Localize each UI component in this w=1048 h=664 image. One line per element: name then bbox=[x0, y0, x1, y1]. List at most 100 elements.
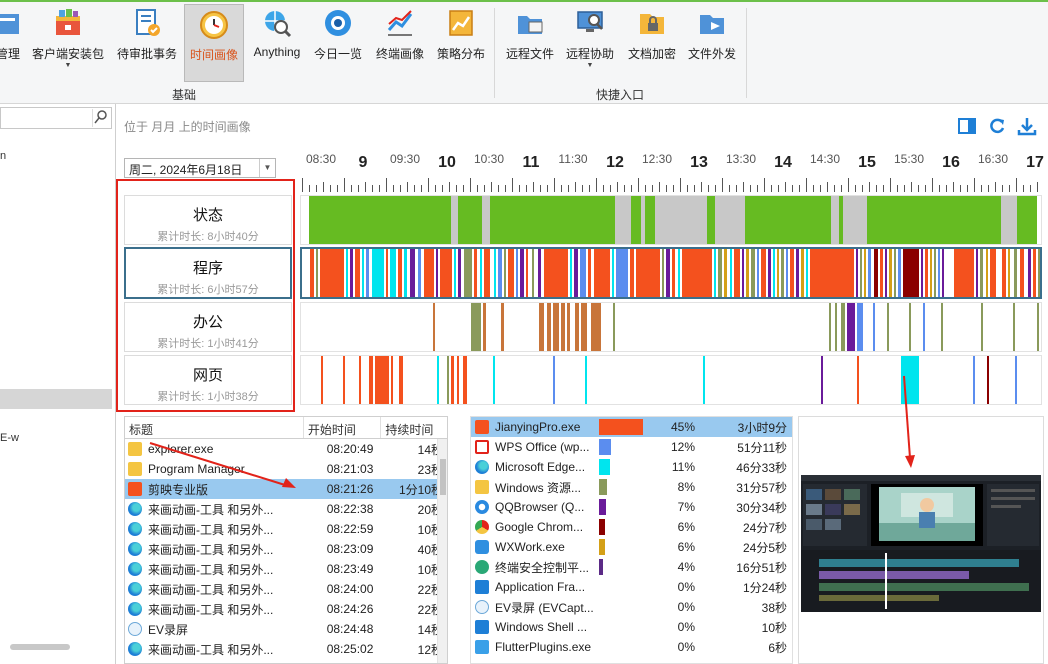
timeline-segment[interactable] bbox=[570, 249, 572, 297]
timeline-segment[interactable] bbox=[894, 249, 896, 297]
timeline-segment[interactable] bbox=[561, 303, 565, 351]
timeline-segment[interactable] bbox=[703, 356, 705, 404]
timeline-segment[interactable] bbox=[1017, 196, 1037, 244]
tree-item-text[interactable]: n bbox=[0, 150, 6, 162]
process-row[interactable]: JianyingPro.exe 45% 3小时9分 bbox=[471, 417, 792, 437]
timeline-segment[interactable] bbox=[973, 356, 975, 404]
timeline-segment[interactable] bbox=[860, 249, 862, 297]
timeline-segment[interactable] bbox=[316, 249, 318, 297]
timeline-segment[interactable] bbox=[532, 249, 534, 297]
timeline-segment[interactable] bbox=[594, 249, 610, 297]
timeline-segment[interactable] bbox=[889, 249, 892, 297]
timeline-segment[interactable] bbox=[399, 356, 403, 404]
vertical-scrollbar[interactable] bbox=[437, 439, 447, 663]
timeline-segment[interactable] bbox=[386, 249, 388, 297]
timeline-segment[interactable] bbox=[458, 196, 482, 244]
timeline-segment[interactable] bbox=[1038, 249, 1040, 297]
timeline-segment[interactable] bbox=[359, 356, 361, 404]
timeline-segment[interactable] bbox=[547, 303, 551, 351]
timeline-segment[interactable] bbox=[539, 303, 544, 351]
scrollbar-thumb[interactable] bbox=[440, 459, 446, 495]
tree-selected-item[interactable] bbox=[0, 389, 112, 409]
installer-package-button[interactable]: 客户端安装包 ▼ bbox=[30, 4, 106, 82]
timeline-segment[interactable] bbox=[484, 249, 490, 297]
timeline-segment[interactable] bbox=[662, 249, 664, 297]
timeline-segment[interactable] bbox=[350, 249, 353, 297]
anything-search-button[interactable]: Anything bbox=[249, 4, 305, 82]
timeline-segment[interactable] bbox=[591, 303, 601, 351]
timeline-segment[interactable] bbox=[806, 249, 808, 297]
timeline-segment[interactable] bbox=[976, 249, 978, 297]
web-timeline-lane[interactable] bbox=[300, 355, 1042, 405]
timeline-segment[interactable] bbox=[672, 249, 675, 297]
category-program[interactable]: 程序 累计时长: 6小时57分 bbox=[124, 247, 292, 299]
timeline-segment[interactable] bbox=[538, 249, 541, 297]
timeline-segment[interactable] bbox=[372, 249, 384, 297]
timeline-segment[interactable] bbox=[362, 249, 364, 297]
timeline-segment[interactable] bbox=[801, 249, 804, 297]
timeline-segment[interactable] bbox=[678, 249, 680, 297]
timeline-segment[interactable] bbox=[612, 249, 614, 297]
timeline-segment[interactable] bbox=[777, 249, 779, 297]
timeline-segment[interactable] bbox=[1008, 249, 1010, 297]
timeline-segment[interactable] bbox=[580, 249, 586, 297]
timeline-segment[interactable] bbox=[630, 249, 634, 297]
process-row[interactable]: Google Chrom... 6% 24分7秒 bbox=[471, 517, 792, 537]
timeline-segment[interactable] bbox=[454, 249, 456, 297]
timeline-segment[interactable] bbox=[987, 356, 989, 404]
timeline-segment[interactable] bbox=[355, 249, 360, 297]
timeline-segment[interactable] bbox=[734, 249, 740, 297]
timeline-segment[interactable] bbox=[463, 356, 467, 404]
timeline-segment[interactable] bbox=[742, 249, 744, 297]
time-portrait-button[interactable]: 时间画像 bbox=[184, 4, 244, 82]
timeline-segment[interactable] bbox=[574, 249, 578, 297]
timeline-segment[interactable] bbox=[898, 249, 901, 297]
timeline-segment[interactable] bbox=[321, 356, 323, 404]
timeline-segment[interactable] bbox=[730, 249, 732, 297]
timeline-segment[interactable] bbox=[451, 196, 458, 244]
timeline-segment[interactable] bbox=[835, 303, 837, 351]
timeline-segment[interactable] bbox=[436, 249, 438, 297]
document-encrypt-button[interactable]: 文档加密 bbox=[624, 4, 680, 82]
timeline-segment[interactable] bbox=[615, 196, 631, 244]
timeline-segment[interactable] bbox=[796, 249, 799, 297]
table-row[interactable]: 来画动画-工具 和另外... 08:24:26 22秒 bbox=[125, 599, 447, 619]
timeline-segment[interactable] bbox=[309, 196, 451, 244]
timeline-segment[interactable] bbox=[751, 249, 755, 297]
category-web[interactable]: 网页 累计时长: 1小时38分 bbox=[124, 355, 292, 405]
timeline-segment[interactable] bbox=[474, 249, 477, 297]
table-row[interactable]: 来画动画-工具 和另外... 08:25:02 12秒 bbox=[125, 639, 447, 659]
timeline-segment[interactable] bbox=[391, 356, 393, 404]
date-picker[interactable]: 周二, 2024年6月18日 ▼ bbox=[124, 158, 276, 178]
office-timeline-lane[interactable] bbox=[300, 302, 1042, 352]
table-row[interactable]: explorer.exe 08:20:49 14秒 bbox=[125, 439, 447, 459]
timeline-segment[interactable] bbox=[494, 249, 496, 297]
process-row[interactable]: WXWork.exe 6% 24分5秒 bbox=[471, 537, 792, 557]
status-timeline-lane[interactable] bbox=[300, 195, 1042, 245]
download-icon[interactable] bbox=[1017, 116, 1037, 136]
timeline-segment[interactable] bbox=[847, 303, 855, 351]
timeline-segment[interactable] bbox=[874, 249, 878, 297]
timeline-segment[interactable] bbox=[636, 249, 660, 297]
timeline-segment[interactable] bbox=[645, 196, 655, 244]
program-timeline-lane[interactable] bbox=[300, 247, 1042, 299]
timeline-segment[interactable] bbox=[508, 249, 514, 297]
timeline-segment[interactable] bbox=[930, 249, 932, 297]
timeline-segment[interactable] bbox=[1013, 303, 1015, 351]
process-row[interactable]: WPS Office (wp... 12% 51分11秒 bbox=[471, 437, 792, 457]
timeline-segment[interactable] bbox=[631, 196, 641, 244]
timeline-segment[interactable] bbox=[398, 249, 402, 297]
timeline-segment[interactable] bbox=[714, 249, 716, 297]
timeline-segment[interactable] bbox=[320, 249, 344, 297]
timeline-segment[interactable] bbox=[404, 249, 407, 297]
timeline-segment[interactable] bbox=[410, 249, 415, 297]
terminal-portrait-button[interactable]: 终端画像 bbox=[372, 4, 428, 82]
process-row[interactable]: FlutterPlugins.exe 0% 6秒 bbox=[471, 637, 792, 657]
timeline-segment[interactable] bbox=[843, 196, 867, 244]
timeline-segment[interactable] bbox=[375, 356, 389, 404]
file-send-button[interactable]: 文件外发 bbox=[684, 4, 740, 82]
timeline-segment[interactable] bbox=[501, 303, 504, 351]
timeline-segment[interactable] bbox=[786, 249, 788, 297]
timeline-segment[interactable] bbox=[1028, 249, 1031, 297]
timeline-segment[interactable] bbox=[544, 249, 568, 297]
